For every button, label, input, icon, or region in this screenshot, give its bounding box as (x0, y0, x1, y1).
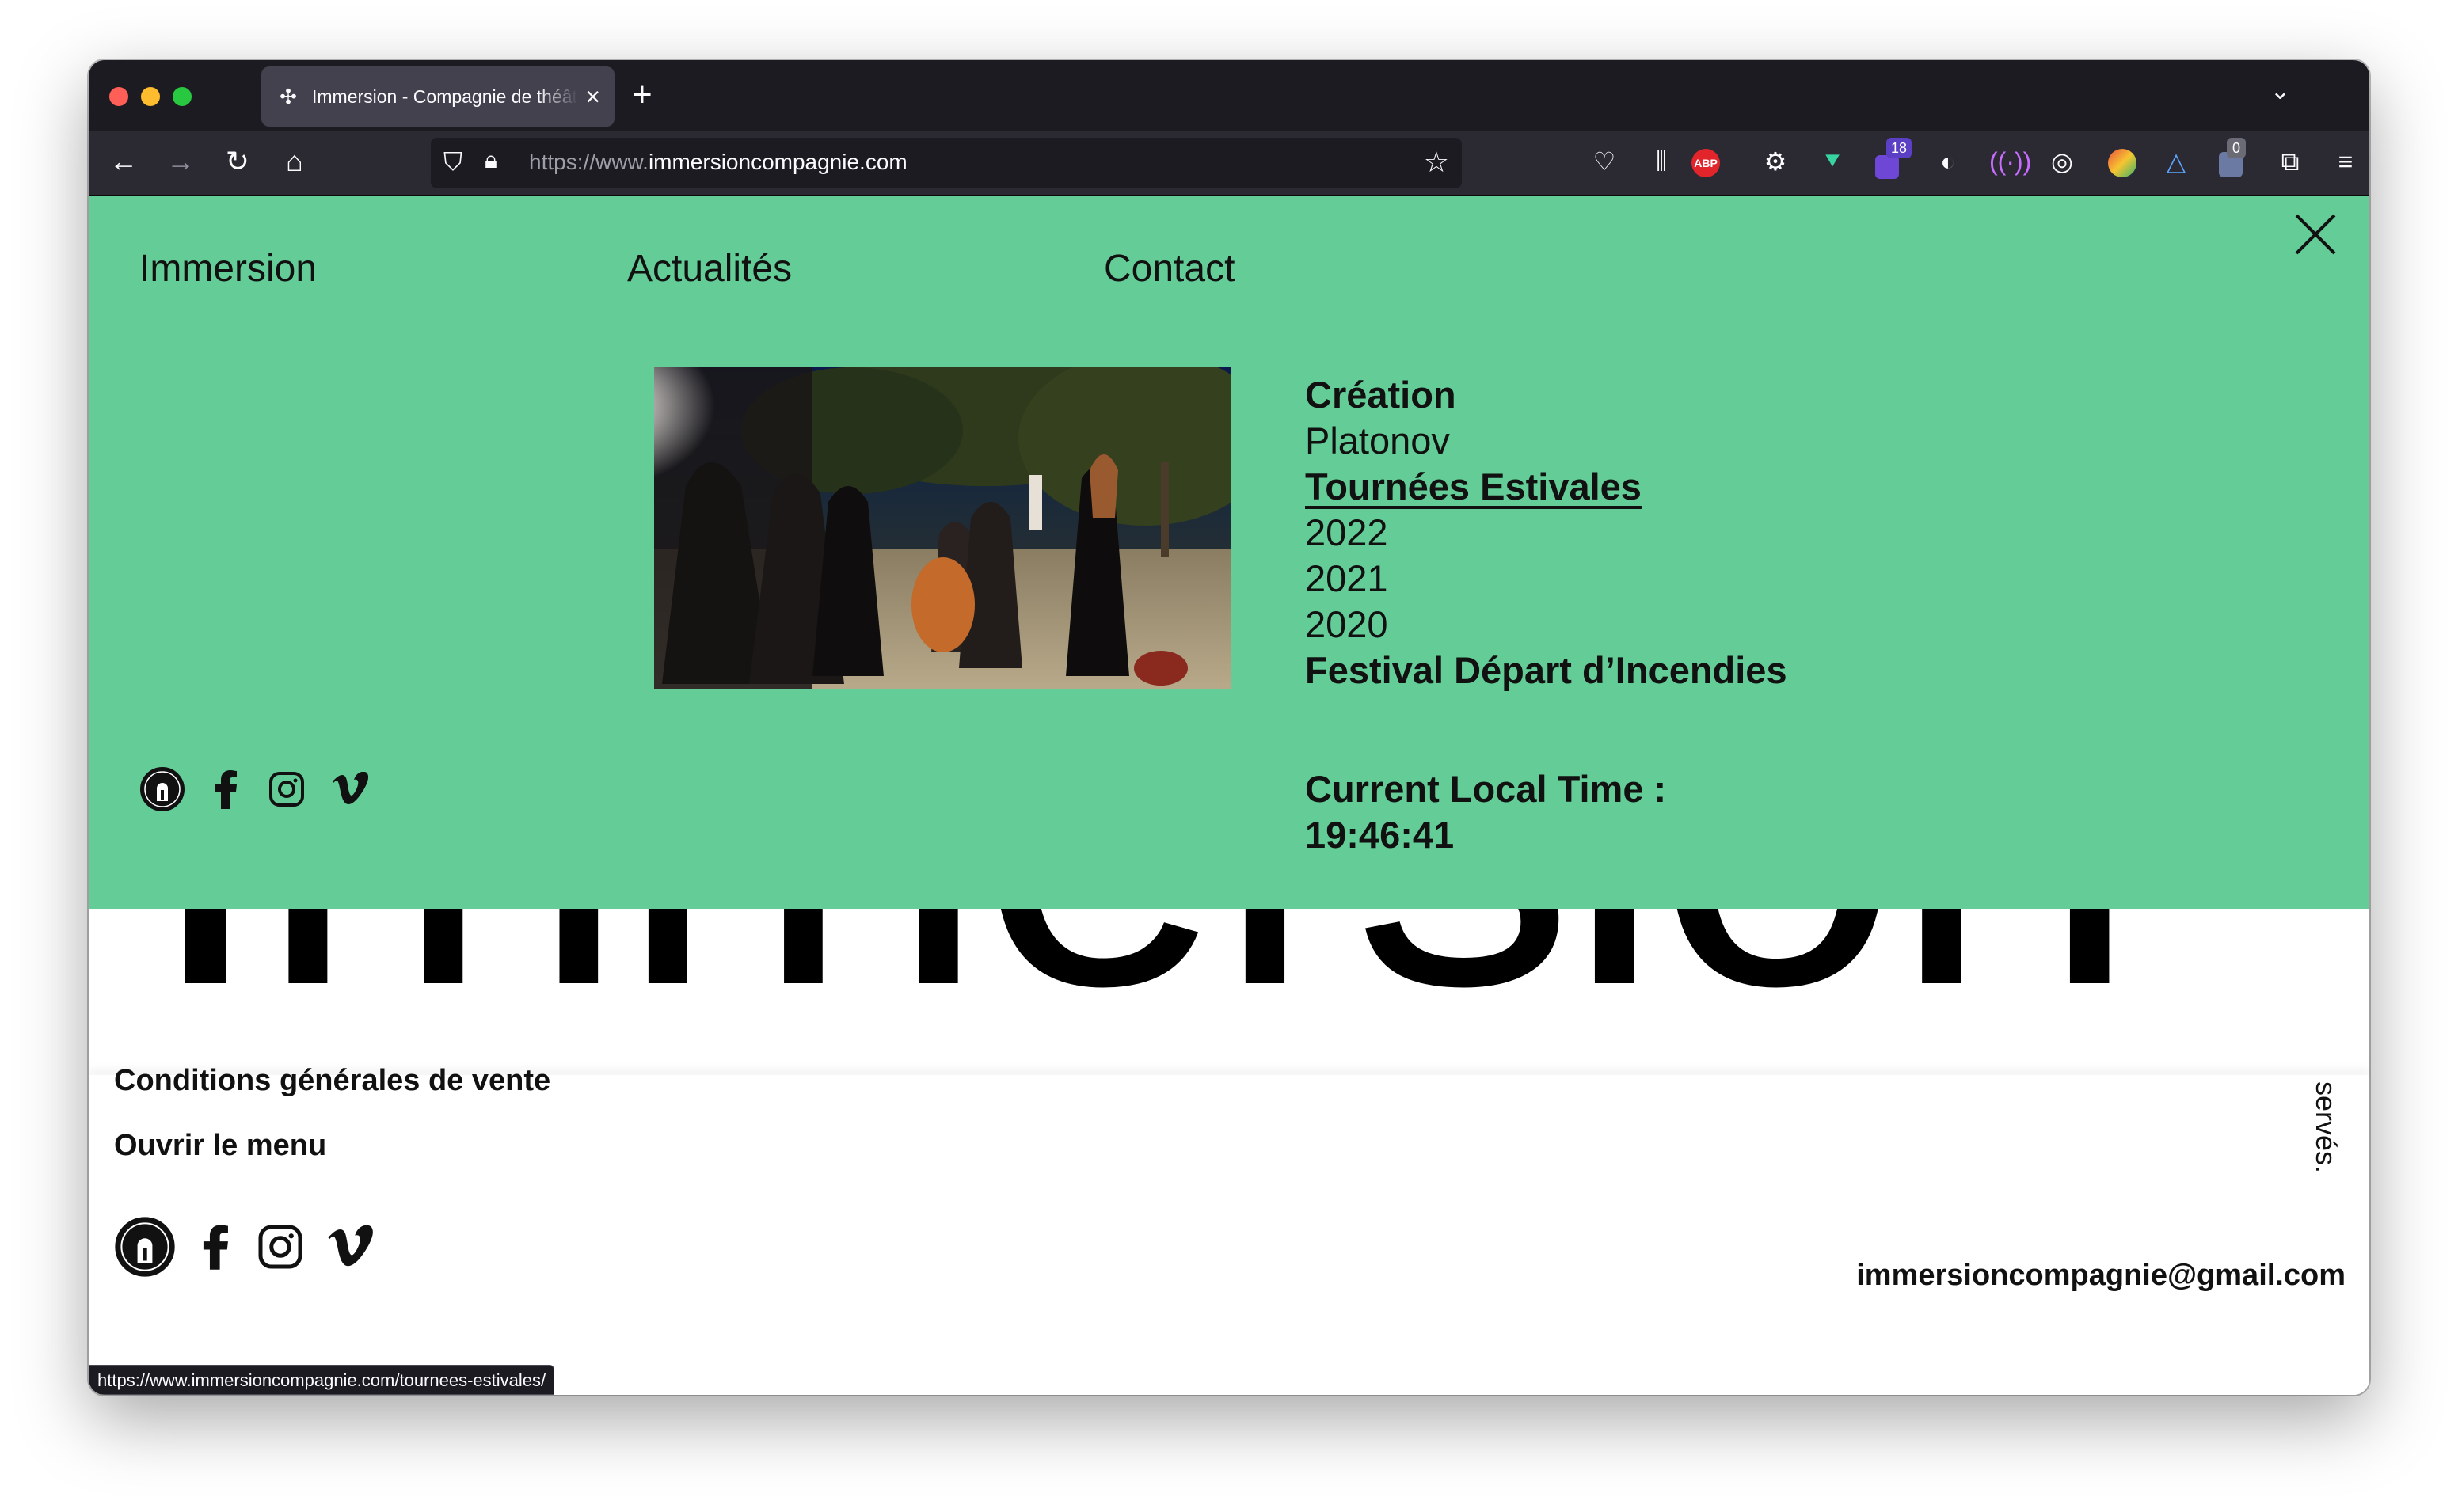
menu-social-links (139, 766, 394, 812)
favicon-icon: ✣ (280, 85, 297, 108)
zoom-window-button[interactable] (173, 87, 192, 106)
photo-image (654, 367, 1231, 689)
submenu-festival-depart-dincendies[interactable]: Festival Départ d’Incendies (1305, 648, 1787, 693)
shield-icon[interactable]: ⛉ (443, 147, 462, 177)
instagram-icon[interactable] (257, 1223, 304, 1271)
submenu-platonov[interactable]: Platonov (1305, 418, 1787, 464)
page-viewport: Immersion Immersion Actualités Contact (89, 196, 2369, 1395)
menu-link-immersion[interactable]: Immersion (139, 247, 317, 291)
submenu-creation[interactable]: Création (1305, 372, 1787, 418)
submenu-list: Création Platonov Tournées Estivales 202… (1305, 372, 1787, 693)
url-prefix: https://www. (529, 150, 649, 174)
company-logo-icon[interactable] (114, 1216, 176, 1278)
submenu-tournees-estivales[interactable]: Tournées Estivales (1305, 464, 1787, 510)
site-footer: Conditions générales de vente Ouvrir le … (89, 1064, 2369, 1395)
hamburger-menu-icon[interactable]: ≡ (2330, 146, 2361, 177)
local-time-label: Current Local Time : (1305, 768, 1667, 810)
company-logo-icon[interactable] (139, 766, 185, 812)
submenu-2020[interactable]: 2020 (1305, 602, 1787, 648)
menu-link-actualites[interactable]: Actualités (627, 247, 792, 291)
home-icon[interactable]: ⌂ (277, 144, 312, 179)
tour-photo (654, 367, 1231, 689)
bookmark-extension-icon[interactable] (1875, 155, 1899, 179)
menu-overlay: Immersion Actualités Contact Création Pl… (89, 196, 2369, 909)
url-text[interactable]: https://www.immersioncompagnie.com (529, 150, 907, 175)
color-extension-icon[interactable] (2108, 149, 2136, 177)
vimeo-icon[interactable] (326, 1225, 374, 1269)
local-time: Current Local Time : 19:46:41 (1305, 766, 1666, 858)
footer-open-menu-link[interactable]: Ouvrir le menu (114, 1129, 326, 1163)
reload-icon[interactable]: ↻ (220, 144, 255, 179)
new-tab-button[interactable]: + (632, 76, 653, 114)
local-time-value: 19:46:41 (1305, 814, 1455, 856)
bird-extension-icon[interactable]: ⯆ (1817, 146, 1848, 177)
vimeo-icon[interactable] (331, 772, 369, 807)
tab-bar: ✣ Immersion - Compagnie de théâtre × + ⌄ (89, 60, 2369, 131)
gear-extension-icon[interactable]: ⚙ (1760, 146, 1791, 177)
nav-toolbar: ← → ↻ ⌂ ⛉ 🔒︎ https://www.immersioncompag… (89, 131, 2369, 196)
status-bar-url: https://www.immersioncompagnie.com/tourn… (89, 1365, 555, 1395)
lock-icon[interactable]: 🔒︎ (485, 147, 497, 174)
submenu-2021[interactable]: 2021 (1305, 556, 1787, 602)
pocket-icon[interactable]: ♡ (1589, 146, 1620, 177)
instagram-icon[interactable] (268, 770, 306, 808)
footer-link-cgv[interactable]: Conditions générales de vente (114, 1064, 550, 1098)
minimize-window-button[interactable] (141, 87, 160, 106)
menu-link-contact[interactable]: Contact (1104, 247, 1235, 291)
facebook-icon[interactable] (198, 1221, 234, 1272)
footer-rights-text: servés. (2310, 1081, 2342, 1174)
broadcast-icon[interactable]: ((·)) (1989, 146, 2031, 177)
forward-icon[interactable]: → (163, 144, 198, 179)
timer-icon[interactable]: ◎ (2046, 146, 2078, 177)
browser-window: ✣ Immersion - Compagnie de théâtre × + ⌄… (89, 60, 2369, 1395)
footer-social-links (114, 1216, 396, 1278)
pie-extension-icon[interactable]: ◐ (1932, 146, 1964, 177)
footer-email-link[interactable]: immersioncompagnie@gmail.com (1856, 1259, 2346, 1293)
tab-title: Immersion - Compagnie de théâtre (312, 85, 578, 107)
triangle-extension-icon[interactable]: △ (2160, 146, 2192, 177)
badge-count-zero: 0 (2227, 138, 2246, 158)
close-window-button[interactable] (109, 87, 128, 106)
url-bar[interactable]: ⛉ 🔒︎ https://www.immersioncompagnie.com … (431, 138, 1462, 188)
back-icon[interactable]: ← (106, 144, 141, 179)
adblock-icon[interactable]: ABP (1691, 149, 1720, 177)
tab-immersion[interactable]: ✣ Immersion - Compagnie de théâtre × (261, 66, 614, 127)
puzzle-icon[interactable]: ⧉ (2274, 146, 2306, 177)
library-icon[interactable]: ⫼ (1646, 146, 1677, 177)
submenu-2022[interactable]: 2022 (1305, 510, 1787, 556)
url-domain: immersioncompagnie.com (648, 150, 907, 174)
close-tab-icon[interactable]: × (585, 82, 600, 111)
badge-count: 18 (1886, 138, 1912, 158)
bookmark-star-icon[interactable]: ☆ (1424, 146, 1449, 179)
facebook-icon[interactable] (211, 769, 242, 809)
close-icon[interactable] (2290, 209, 2341, 260)
chevron-down-icon[interactable]: ⌄ (2270, 78, 2290, 105)
